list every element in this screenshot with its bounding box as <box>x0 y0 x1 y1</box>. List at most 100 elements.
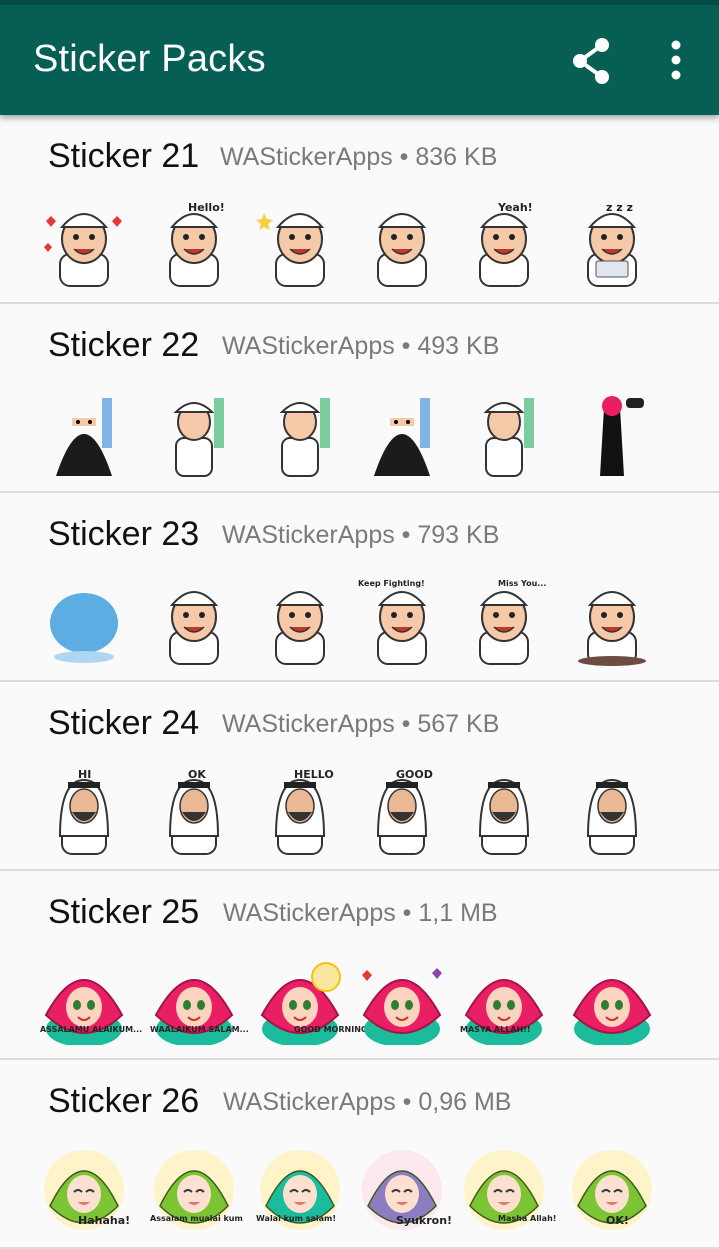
sticker-preview-row: Hello! Yeah! z z z <box>38 199 698 289</box>
more-vert-icon[interactable] <box>652 36 700 86</box>
pack-name: Sticker 25 <box>48 893 200 931</box>
sticker-pack-row[interactable]: Sticker 26 WAStickerApps • 0,96 MB Hahah… <box>0 1060 719 1249</box>
sticker-pack-list: Sticker 21 WAStickerApps • 836 KB Hello!… <box>0 115 719 1249</box>
sticker-image <box>572 979 652 1047</box>
sticker-caption: Hahaha! <box>78 1214 131 1227</box>
sticker-caption: WAALAIKUM SALAM... <box>150 1025 249 1034</box>
sticker-preview <box>356 955 448 1047</box>
sticker-image <box>377 591 427 665</box>
sticker-image <box>479 591 529 665</box>
share-icon[interactable] <box>566 36 618 86</box>
pack-meta: WAStickerApps • 493 KB <box>222 332 500 360</box>
sticker-preview: GOOD <box>356 766 448 856</box>
sticker-preview <box>566 577 658 667</box>
sticker-pack-row[interactable]: Sticker 21 WAStickerApps • 836 KB Hello!… <box>0 115 719 304</box>
sticker-image <box>578 591 646 666</box>
sticker-caption: OK <box>188 768 206 781</box>
sticker-image <box>56 398 112 476</box>
sticker-preview: OK! <box>566 1144 658 1234</box>
sticker-caption: GOOD <box>396 768 433 781</box>
sticker-caption: Hello! <box>188 201 225 214</box>
sticker-preview: Keep Fighting! <box>356 577 448 667</box>
pack-meta: WAStickerApps • 0,96 MB <box>223 1088 512 1116</box>
pack-name: Sticker 21 <box>48 137 200 175</box>
sticker-image <box>169 591 219 665</box>
sticker-preview <box>356 388 448 478</box>
pack-meta: WAStickerApps • 836 KB <box>220 143 498 171</box>
sticker-caption: Masha Allah! <box>498 1214 557 1223</box>
pack-meta: WAStickerApps • 567 KB <box>222 710 500 738</box>
sticker-preview <box>458 766 550 856</box>
sticker-preview <box>458 388 550 478</box>
sticker-image <box>374 398 430 476</box>
pack-name: Sticker 23 <box>48 515 200 553</box>
sticker-image <box>362 968 442 1047</box>
sticker-image <box>600 396 644 476</box>
sticker-preview <box>566 955 658 1047</box>
sticker-preview-row: ASSALAMU ALAIKUM... WAALAIKUM SALAM... GOO… <box>38 955 698 1047</box>
sticker-caption: Keep Fighting! <box>358 579 425 588</box>
sticker-caption: Syukron! <box>396 1214 453 1227</box>
sticker-caption: Assalam mualai kum <box>150 1214 243 1223</box>
page-title: Sticker Packs <box>33 38 266 80</box>
sticker-caption: z z z <box>606 201 633 214</box>
sticker-preview: Hahaha! <box>38 1144 130 1234</box>
sticker-preview <box>566 388 658 478</box>
sticker-pack-row[interactable]: Sticker 25 WAStickerApps • 1,1 MB ASSALA… <box>0 871 719 1060</box>
status-strip <box>0 0 719 5</box>
sticker-preview <box>254 388 346 478</box>
sticker-image <box>377 213 427 287</box>
sticker-caption: ASSALAMU ALAIKUM... <box>40 1025 143 1034</box>
sticker-preview: Walai kum salam! <box>254 1144 346 1234</box>
sticker-image <box>50 593 118 663</box>
sticker-pack-row[interactable]: Sticker 23 WAStickerApps • 793 KB Keep F… <box>0 493 719 682</box>
sticker-caption: HI <box>78 768 92 781</box>
sticker-preview <box>148 388 240 478</box>
sticker-preview <box>566 766 658 856</box>
sticker-preview <box>38 199 130 289</box>
sticker-image <box>586 778 638 855</box>
sticker-preview <box>254 199 346 289</box>
sticker-preview: HELLO <box>254 766 346 856</box>
sticker-preview <box>254 577 346 667</box>
sticker-preview <box>38 577 130 667</box>
sticker-caption: HELLO <box>294 768 334 781</box>
app-bar: Sticker Packs <box>0 0 719 115</box>
sticker-pack-row[interactable]: Sticker 22 WAStickerApps • 493 KB <box>0 304 719 493</box>
sticker-preview: Masha Allah! <box>458 1144 556 1234</box>
sticker-preview <box>356 199 448 289</box>
sticker-image <box>173 398 224 477</box>
sticker-caption: Walai kum salam! <box>256 1214 337 1223</box>
sticker-caption: Yeah! <box>498 201 533 214</box>
sticker-image <box>279 398 330 477</box>
sticker-image <box>478 778 530 855</box>
sticker-preview: GOOD MORNING <box>254 955 367 1047</box>
sticker-preview: Hello! <box>148 199 240 289</box>
sticker-image <box>44 213 122 287</box>
sticker-caption: Miss You... <box>498 579 547 588</box>
sticker-preview-row: HI OK HELLO GOOD <box>38 766 698 856</box>
sticker-preview: MASYA ALLAH!! <box>458 955 550 1047</box>
sticker-image <box>256 213 325 287</box>
pack-name: Sticker 24 <box>48 704 200 742</box>
sticker-caption: MASYA ALLAH!! <box>460 1025 531 1034</box>
sticker-caption: OK! <box>606 1214 629 1227</box>
pack-meta: WAStickerApps • 1,1 MB <box>223 899 498 927</box>
sticker-preview: Yeah! <box>458 199 550 289</box>
pack-meta: WAStickerApps • 793 KB <box>222 521 500 549</box>
sticker-preview-row <box>38 388 698 478</box>
sticker-preview: WAALAIKUM SALAM... <box>148 955 249 1047</box>
sticker-preview: ASSALAMU ALAIKUM... <box>38 955 143 1047</box>
sticker-pack-row[interactable]: Sticker 24 WAStickerApps • 567 KB HI OK HE… <box>0 682 719 871</box>
sticker-preview-row: Hahaha! Assalam mualai kum Walai kum salam… <box>38 1144 698 1234</box>
sticker-preview: OK <box>148 766 240 856</box>
sticker-preview <box>148 577 240 667</box>
sticker-preview <box>38 388 130 478</box>
sticker-preview: Assalam mualai kum <box>148 1144 243 1234</box>
sticker-image <box>275 591 325 665</box>
pack-name: Sticker 26 <box>48 1082 200 1120</box>
pack-name: Sticker 22 <box>48 326 200 364</box>
sticker-preview: z z z <box>566 199 658 289</box>
sticker-preview-row: Keep Fighting! Miss You... <box>38 577 698 667</box>
sticker-preview: Syukron! <box>356 1144 452 1234</box>
